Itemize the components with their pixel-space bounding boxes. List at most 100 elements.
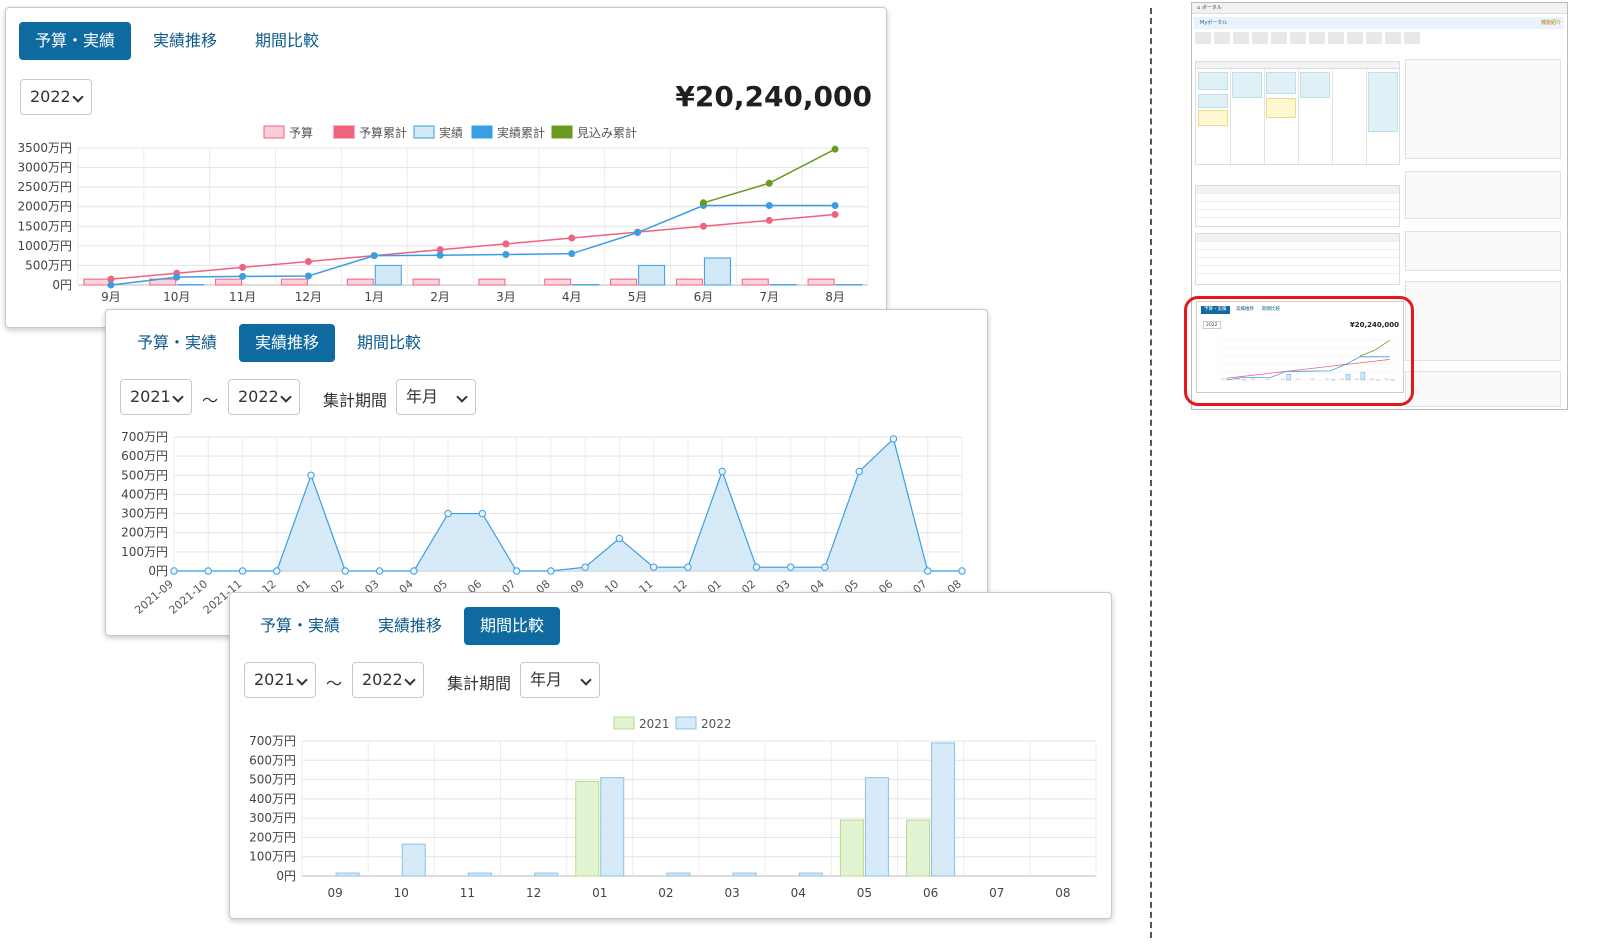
data-point [568,234,576,242]
tab-budget-actual[interactable]: 予算・実績 [121,324,233,362]
bar-2021 [575,781,600,877]
data-point [341,567,350,575]
period-select-value: 年月 [406,387,439,406]
y-tick-label: 600万円 [121,449,168,463]
data-point [649,563,658,571]
data-point [304,272,312,280]
x-tick-label: 06 [923,886,938,900]
x-tick-label: 12月 [295,290,322,304]
data-point [889,435,898,443]
period-select[interactable]: 年月 [396,379,476,415]
bar-2022 [666,872,691,877]
tab-period-compare[interactable]: 期間比較 [341,324,437,362]
budget-bar [346,278,374,286]
legend-swatch [675,716,697,730]
chevron-down-icon [172,391,184,403]
thumb-table-2 [1195,233,1400,285]
range-separator: ～ [326,674,343,693]
dashed-divider [1150,8,1152,938]
legend-label: 見込み累計 [577,125,637,140]
tab-actual-trend[interactable]: 実績推移 [362,607,458,645]
x-tick-label: 11 [460,886,475,900]
data-point [444,509,452,518]
year-select[interactable]: 2022 [20,79,92,115]
tab-actual-trend[interactable]: 実績推移 [137,22,233,60]
chevron-down-icon [580,674,592,686]
data-point [239,272,247,280]
bar-2022 [467,872,492,877]
y-tick-label: 400万円 [249,792,296,806]
chevron-down-icon [404,674,416,686]
data-point [204,567,212,575]
data-point [634,229,642,237]
thumb-help-link[interactable]: 機能紹介 [1541,17,1561,29]
data-point [170,567,178,575]
y-tick-label: 100万円 [249,850,296,864]
from-year-select[interactable]: 2021 [244,662,316,698]
y-tick-label: 400万円 [121,487,168,501]
legend-swatch [551,125,573,139]
bar-2022 [931,742,956,877]
budget-bar [280,278,308,286]
x-tick-label: 2月 [430,290,450,304]
y-tick-label: 500万円 [249,773,296,787]
period-compare-chart: 2021 2022 700万円 600万円 500万円 400万円 300万円 200万円 10… [249,716,1097,900]
legend-label: 予算 [289,125,313,140]
x-tick-label: 1月 [364,290,384,304]
data-point [304,258,312,266]
from-year-select[interactable]: 2021 [120,379,192,415]
thumb-topbar: ⌂ ポータル [1192,3,1567,14]
legend-label: 2021 [639,717,670,731]
bar-2022 [335,872,360,877]
budget-bar [807,278,835,286]
bar-2022 [401,843,426,877]
panel-tabs: 予算・実績 実績推移 期間比較 [244,607,561,645]
x-tick-label: 04 [791,886,806,900]
data-point [436,251,444,259]
legend-swatch [333,125,355,139]
period-label: 集計期間 [447,674,512,693]
tab-period-compare[interactable]: 期間比較 [464,607,561,645]
y-tick-label: 0円 [276,869,296,883]
data-point [699,222,707,230]
data-point [502,240,510,248]
budget-bar [83,278,111,286]
period-select[interactable]: 年月 [520,662,600,698]
thumb-app-icons [1195,32,1450,46]
y-tick-label: 2500万円 [17,180,72,194]
tab-budget-actual[interactable]: 予算・実績 [19,22,132,60]
budget-bar [610,278,638,286]
y-tick-label: 600万円 [249,753,296,767]
legend-label: 2022 [701,717,732,731]
data-point [831,202,839,210]
tab-actual-trend[interactable]: 実績推移 [239,324,336,362]
legend-swatch [413,125,435,139]
area-fill [174,438,962,571]
tab-budget-actual[interactable]: 予算・実績 [244,607,356,645]
data-point [958,567,966,575]
legend-swatch [263,125,285,139]
data-point [581,563,589,571]
data-point [375,567,384,575]
y-tick-label: 200万円 [121,526,168,540]
data-point [821,563,829,571]
x-tick-label: 8月 [825,290,845,304]
data-point [684,563,692,571]
y-tick-label: 0円 [52,278,72,292]
actual-trend-panel: 予算・実績 実績推移 期間比較 2021 ～ 2022 集計期間 年月 700万… [105,309,988,636]
to-year-select[interactable]: 2022 [352,662,424,698]
x-tick-label: 02 [658,886,673,900]
chevron-down-icon [296,674,308,686]
to-year-select[interactable]: 2022 [228,379,300,415]
panel-tabs: 予算・実績 実績推移 期間比較 [121,324,437,362]
bar-2022 [534,872,559,877]
x-tick-label: 07 [989,886,1004,900]
data-point [478,509,487,518]
legend-label: 予算累計 [359,125,407,140]
thumb-portal-heading: Myポータル [1194,17,1564,29]
budget-bar [412,278,440,286]
bar-2022 [732,872,757,877]
tab-period-compare[interactable]: 期間比較 [239,22,335,60]
x-tick-label: 10 [394,886,409,900]
x-tick-label: 4月 [562,290,582,304]
